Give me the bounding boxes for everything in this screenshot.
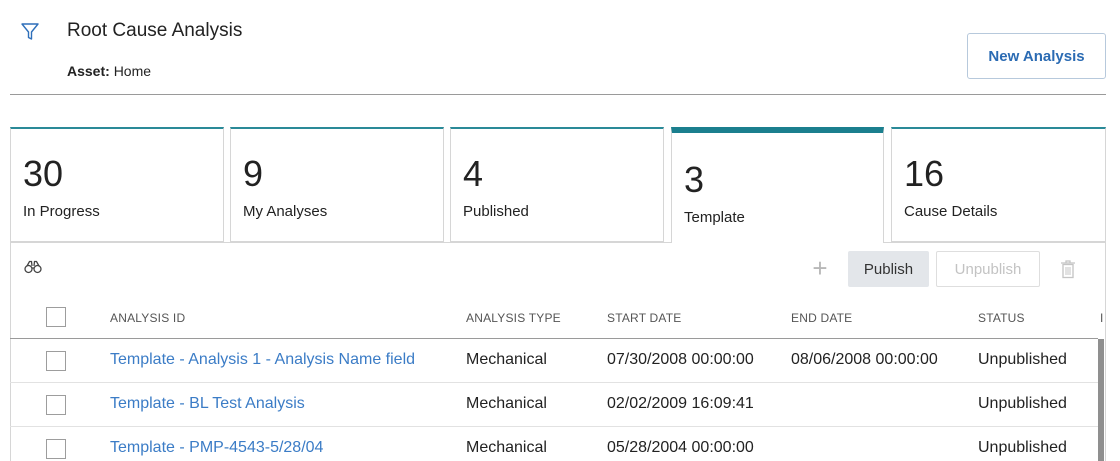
page-header: Root Cause Analysis Asset: Home New Anal…	[0, 0, 1120, 96]
tile-count: 3	[684, 159, 705, 200]
table-scrollbar[interactable]	[1098, 339, 1104, 461]
analysis-id-link[interactable]: Template - PMP-4543-5/28/04	[110, 439, 323, 457]
column-header-truncated[interactable]: I	[1100, 311, 1104, 325]
tile-published[interactable]: 4 Published	[450, 127, 664, 242]
column-header-analysis-type[interactable]: ANALYSIS TYPE	[466, 311, 561, 325]
publish-button[interactable]: Publish	[848, 251, 929, 287]
tile-count: 16	[904, 153, 945, 194]
asset-line: Asset: Home	[67, 63, 151, 79]
panel-border	[883, 242, 1106, 243]
tile-label: In Progress	[23, 203, 100, 220]
row-checkbox[interactable]	[46, 395, 66, 415]
panel-border	[10, 242, 671, 243]
tile-label: My Analyses	[243, 203, 328, 220]
asset-label: Asset:	[67, 63, 110, 79]
row-checkbox[interactable]	[46, 439, 66, 459]
table-row: Template - PMP-4543-5/28/04 Mechanical 0…	[10, 427, 1098, 461]
select-all-checkbox[interactable]	[46, 307, 66, 327]
analysis-id-link[interactable]: Template - Analysis 1 - Analysis Name fi…	[110, 351, 415, 369]
end-date-cell: 08/06/2008 00:00:00	[791, 351, 938, 368]
status-cell: Unpublished	[978, 351, 1067, 368]
binoculars-icon[interactable]	[24, 260, 42, 274]
status-cell: Unpublished	[978, 395, 1067, 412]
asset-value: Home	[113, 63, 152, 79]
start-date-cell: 02/02/2009 16:09:41	[607, 395, 754, 412]
new-analysis-button[interactable]: New Analysis	[967, 33, 1106, 79]
tile-my-analyses[interactable]: 9 My Analyses	[230, 127, 444, 242]
analysis-type-cell: Mechanical	[466, 395, 547, 412]
table-row: Template - BL Test Analysis Mechanical 0…	[10, 383, 1098, 427]
start-date-cell: 07/30/2008 00:00:00	[607, 351, 754, 368]
tile-label: Template	[684, 209, 745, 226]
tile-template[interactable]: 3 Template	[671, 127, 884, 249]
tile-in-progress[interactable]: 30 In Progress	[10, 127, 224, 242]
analysis-type-cell: Mechanical	[466, 351, 547, 368]
page-title: Root Cause Analysis	[67, 20, 243, 41]
analysis-id-link[interactable]: Template - BL Test Analysis	[110, 395, 305, 413]
start-date-cell: 05/28/2004 00:00:00	[607, 439, 754, 456]
unpublish-button[interactable]: Unpublish	[936, 251, 1040, 287]
tile-count: 30	[23, 153, 64, 194]
row-checkbox[interactable]	[46, 351, 66, 371]
tile-label: Published	[463, 203, 529, 220]
tile-cause-details[interactable]: 16 Cause Details	[891, 127, 1106, 242]
column-header-start-date[interactable]: START DATE	[607, 311, 681, 325]
plus-icon[interactable]: +	[808, 255, 832, 281]
status-cell: Unpublished	[978, 439, 1067, 456]
tile-count: 9	[243, 153, 264, 194]
analysis-type-cell: Mechanical	[466, 439, 547, 456]
table-row: Template - Analysis 1 - Analysis Name fi…	[10, 339, 1098, 383]
tile-count: 4	[463, 153, 484, 194]
column-header-status[interactable]: STATUS	[978, 311, 1025, 325]
trash-icon[interactable]	[1060, 259, 1076, 279]
filter-icon[interactable]	[20, 22, 40, 42]
tile-label: Cause Details	[904, 203, 998, 220]
column-header-end-date[interactable]: END DATE	[791, 311, 852, 325]
header-divider	[10, 94, 1106, 95]
column-header-analysis-id[interactable]: ANALYSIS ID	[110, 311, 185, 325]
